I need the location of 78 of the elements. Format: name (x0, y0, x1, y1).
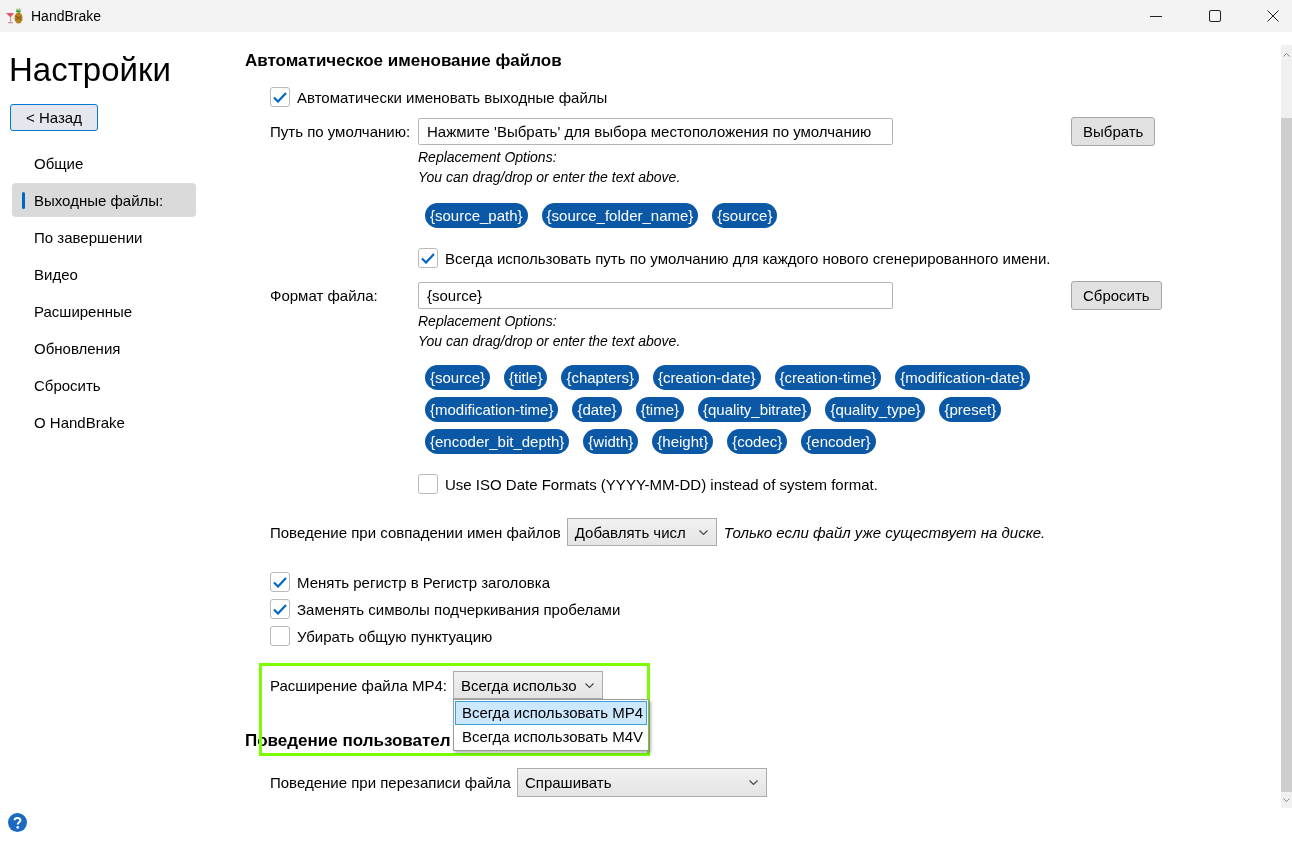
dropdown[interactable]: Всегда использо (452, 671, 603, 699)
token-chip[interactable]: {title} (504, 365, 548, 390)
token-chip[interactable]: {time} (635, 397, 684, 422)
token-chip[interactable]: {codec} (727, 429, 788, 454)
checkmark-icon (421, 252, 435, 264)
checkbox[interactable] (270, 626, 290, 646)
chevron-down-icon (698, 529, 708, 535)
token-chip[interactable]: {quality_bitrate} (698, 397, 812, 422)
sidebar-item[interactable]: По завершении (12, 220, 196, 254)
token-chip[interactable]: {preset} (939, 397, 1002, 422)
checkbox[interactable] (418, 474, 438, 494)
back-button[interactable]: < Назад (10, 104, 98, 131)
pineapple-drink-icon (5, 7, 23, 25)
section-heading: Автоматическое именование файлов (245, 50, 562, 72)
hint-text: Replacement Options: (418, 148, 557, 167)
token-chip[interactable]: {height} (652, 429, 714, 454)
checkbox-label: Менять регистр в Регистр заголовка (297, 573, 551, 591)
sidebar-item[interactable]: Общие (12, 146, 196, 180)
maximize-icon (1208, 10, 1221, 22)
token-chip[interactable]: {source} (425, 365, 491, 390)
token-chip[interactable]: {source_folder_name} (541, 203, 699, 228)
dropdown-option[interactable]: Всегда использовать M4V (454, 725, 647, 749)
token-chip[interactable]: {date} (572, 397, 622, 422)
token-chip[interactable]: {encoder} (801, 429, 876, 454)
field-label: Поведение при перезаписи файла (270, 774, 511, 791)
field-label: Путь по умолчанию: (270, 123, 412, 140)
token-chip[interactable]: {source} (712, 203, 778, 228)
dropdown[interactable]: Спрашивать (516, 768, 767, 797)
minimize-icon (1149, 15, 1162, 17)
reset-button[interactable]: Сбросить (1071, 281, 1162, 310)
token-chip[interactable]: {creation-time} (774, 365, 882, 390)
token-chip[interactable]: {creation-date} (653, 365, 761, 390)
token-chip[interactable]: {source_path} (425, 203, 528, 228)
field-label: Поведение при совпадении имен файлов (270, 523, 561, 541)
token-chip[interactable]: {encoder_bit_depth} (425, 429, 570, 454)
field-label: Расширение файла MP4: (270, 676, 447, 694)
checkbox-label: Автоматически именовать выходные файлы (297, 88, 608, 106)
sidebar-item[interactable]: Сбросить (12, 368, 196, 402)
chevron-down-icon (584, 682, 594, 688)
window-title: HandBrake (31, 8, 102, 24)
text-field[interactable]: {source} (418, 282, 893, 309)
checkbox-label: Заменять символы подчеркивания пробелами (297, 600, 621, 618)
checkbox[interactable] (270, 572, 290, 592)
checkmark-icon (273, 603, 287, 615)
sidebar-item[interactable]: Выходные файлы: (12, 183, 196, 217)
dropdown[interactable]: Добавлять числ (566, 518, 717, 546)
hint-text: You can drag/drop or enter the text above. (418, 168, 681, 187)
checkbox-label: Всегда использовать путь по умолчанию для каждого нового сгенерированного имени. (445, 249, 1051, 267)
field-label: Формат файла: (270, 287, 379, 304)
chevron-up-icon[interactable] (1283, 53, 1290, 57)
checkmark-icon (273, 576, 287, 588)
sidebar-item[interactable]: Обновления (12, 331, 196, 365)
sidebar-item[interactable]: О HandBrake (12, 405, 196, 439)
sidebar-item[interactable]: Видео (12, 257, 196, 291)
help-icon[interactable] (8, 813, 27, 832)
note-text: Только если файл уже существует на диске. (723, 523, 1046, 541)
selection-indicator-icon (22, 192, 25, 209)
text-field[interactable]: Нажмите 'Выбрать' для выбора местоположения по умолчанию (418, 118, 893, 145)
token-chip[interactable]: {chapters} (561, 365, 639, 390)
checkbox[interactable] (418, 248, 438, 268)
token-chip[interactable]: {modification-date} (895, 365, 1030, 390)
close-icon (1267, 10, 1279, 22)
checkbox[interactable] (270, 87, 290, 107)
browse-button[interactable]: Выбрать (1071, 117, 1156, 146)
checkbox-label: Use ISO Date Formats (YYYY-MM-DD) instead of system format. (445, 475, 878, 493)
page-title: Настройки (9, 50, 171, 90)
checkbox[interactable] (270, 599, 290, 619)
token-chip[interactable]: {quality_type} (825, 397, 926, 422)
hint-text: You can drag/drop or enter the text above. (418, 332, 681, 351)
chevron-down-icon[interactable] (1283, 798, 1290, 802)
checkmark-icon (273, 91, 287, 103)
token-chip[interactable]: {modification-time} (425, 397, 559, 422)
sidebar-item[interactable]: Расширенные (12, 294, 196, 328)
chevron-down-icon (748, 780, 758, 785)
token-chip[interactable]: {width} (583, 429, 639, 454)
dropdown-option[interactable]: Всегда использовать MP4 (454, 701, 647, 725)
checkbox-label: Убирать общую пунктуацию (297, 627, 493, 645)
hint-text: Replacement Options: (418, 312, 557, 331)
